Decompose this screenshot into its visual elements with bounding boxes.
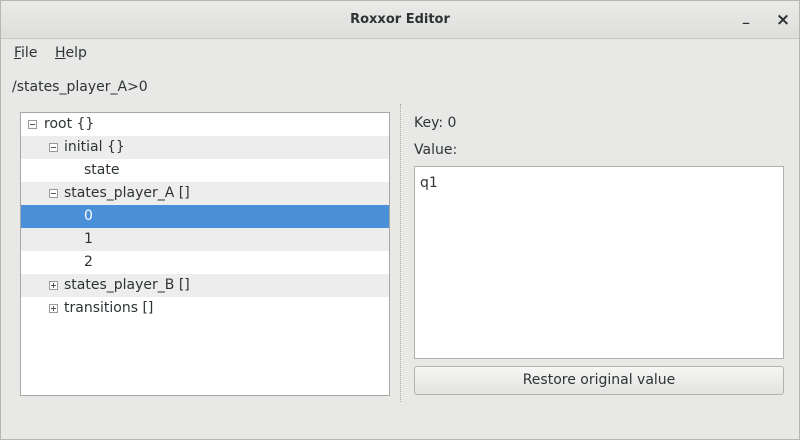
app-window: Roxxor Editor _ × File Help /states_play…: [0, 0, 800, 440]
value-label: Value:: [414, 142, 458, 158]
tree-view[interactable]: root {} initial {} state states_player_A…: [20, 112, 390, 396]
close-icon: ×: [775, 10, 791, 30]
menu-help-accelerator: H: [55, 45, 66, 61]
menu-bar: File Help: [1, 40, 799, 68]
tree-row-transitions[interactable]: transitions []: [21, 297, 389, 320]
key-label: Key: 0: [414, 115, 457, 131]
collapse-icon[interactable]: [49, 189, 58, 198]
tree-row-root[interactable]: root {}: [21, 113, 389, 136]
tree-row-states-player-b[interactable]: states_player_B []: [21, 274, 389, 297]
title-bar[interactable]: Roxxor Editor _ ×: [1, 1, 799, 39]
current-path: /states_player_A>0: [12, 79, 148, 95]
tree-row-label: transitions []: [64, 300, 154, 316]
expand-icon[interactable]: [49, 304, 58, 313]
menu-file-label: ile: [21, 45, 38, 61]
tree-row-label: states_player_B []: [64, 277, 190, 293]
tree-row-item-2[interactable]: 2: [21, 251, 389, 274]
tree-row-label: 2: [84, 254, 93, 270]
expand-icon[interactable]: [49, 281, 58, 290]
tree-row-label: 0: [84, 208, 93, 224]
restore-original-value-button[interactable]: Restore original value: [414, 366, 784, 395]
close-button[interactable]: ×: [772, 9, 794, 31]
collapse-icon[interactable]: [28, 120, 37, 129]
minimize-icon: _: [742, 9, 750, 25]
tree-row-initial[interactable]: initial {}: [21, 136, 389, 159]
tree-row-label: initial {}: [64, 139, 125, 155]
tree-row-label: state: [84, 162, 120, 178]
tree-row-item-1[interactable]: 1: [21, 228, 389, 251]
minimize-button[interactable]: _: [735, 9, 757, 31]
tree-row-label: states_player_A []: [64, 185, 190, 201]
window-title: Roxxor Editor: [350, 12, 450, 27]
tree-row-states-player-a[interactable]: states_player_A []: [21, 182, 389, 205]
collapse-icon[interactable]: [49, 143, 58, 152]
tree-row-label: root {}: [44, 116, 95, 132]
menu-file-accelerator: F: [14, 45, 22, 61]
menu-help[interactable]: Help: [55, 45, 87, 61]
menu-help-label: elp: [65, 45, 87, 61]
tree-row-item-0[interactable]: 0: [21, 205, 389, 228]
menu-file[interactable]: File: [14, 45, 37, 61]
value-editor[interactable]: q1: [414, 166, 784, 359]
tree-row-label: 1: [84, 231, 93, 247]
tree-row-state[interactable]: state: [21, 159, 389, 182]
pane-splitter[interactable]: [400, 104, 401, 402]
